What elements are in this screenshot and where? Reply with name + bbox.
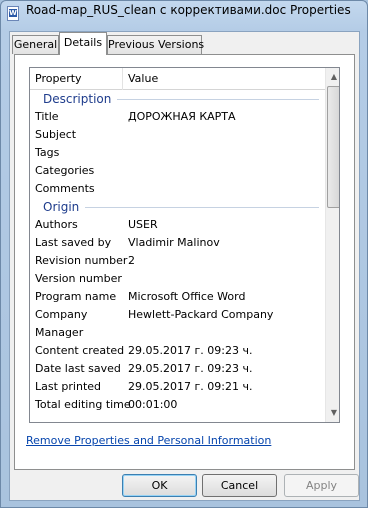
property-name: Program name [35, 290, 117, 303]
apply-button[interactable]: Apply [284, 474, 359, 497]
property-name: Date last saved [35, 362, 121, 375]
list-header: Property Value [30, 68, 325, 90]
group-label: Origin [43, 200, 80, 214]
property-value[interactable]: 00:01:00 [128, 396, 177, 414]
property-row[interactable]: Last saved by Vladimir Malinov [30, 234, 325, 252]
group-header[interactable]: Description [30, 90, 325, 108]
scrollbar-thumb[interactable] [327, 86, 339, 208]
property-row[interactable]: Manager [30, 324, 325, 342]
scroll-up-icon[interactable]: ▲ [327, 69, 339, 85]
property-row[interactable]: Title ДОРОЖНАЯ КАРТА [30, 108, 325, 126]
title-bar[interactable]: W Road-map_RUS_clean с коррективами.doc … [1, 1, 367, 29]
details-tab-page: Property Value Description Title ДОРОЖНАЯ … [14, 54, 355, 470]
dialog-body: General Details Previous Versions Proper… [9, 31, 360, 501]
column-header-property[interactable]: Property [30, 68, 123, 90]
property-name: Title [35, 110, 59, 123]
property-row[interactable]: Total editing time 00:01:00 [30, 396, 325, 414]
property-value[interactable]: Vladimir Malinov [128, 234, 220, 252]
cancel-button[interactable]: Cancel [202, 474, 277, 497]
group-divider [117, 99, 319, 100]
word-doc-icon: W [7, 6, 19, 21]
property-value[interactable]: ДОРОЖНАЯ КАРТА [128, 108, 236, 126]
property-row[interactable]: Company Hewlett-Packard Company [30, 306, 325, 324]
group-label: Description [43, 92, 112, 106]
tab-details[interactable]: Details [59, 32, 107, 55]
property-name: Version number [35, 272, 122, 285]
property-name: Last printed [35, 380, 102, 393]
property-value[interactable]: USER [128, 216, 158, 234]
property-row[interactable]: Date last saved 29.05.2017 г. 09:23 ч. [30, 360, 325, 378]
vertical-scrollbar[interactable]: ▲ ▼ [325, 68, 339, 422]
tab-general[interactable]: General [12, 35, 59, 54]
property-row[interactable]: Authors USER [30, 216, 325, 234]
property-rows: Description Title ДОРОЖНАЯ КАРТА Subject Tag… [30, 90, 325, 414]
property-row[interactable]: Content created 29.05.2017 г. 09:23 ч. [30, 342, 325, 360]
group-header[interactable]: Origin [30, 198, 325, 216]
group-divider [85, 207, 319, 208]
property-name: Company [35, 308, 88, 321]
property-row[interactable]: Categories [30, 162, 325, 180]
property-row[interactable]: Tags [30, 144, 325, 162]
property-value[interactable]: 29.05.2017 г. 09:21 ч. [128, 378, 252, 396]
column-header-value[interactable]: Value [123, 68, 325, 90]
properties-dialog: W Road-map_RUS_clean с коррективами.doc … [0, 0, 368, 508]
property-name: Comments [35, 182, 95, 195]
property-name: Tags [35, 146, 60, 159]
property-name: Manager [35, 326, 84, 339]
ok-button[interactable]: OK [122, 474, 197, 497]
property-value[interactable]: Hewlett-Packard Company [128, 306, 273, 324]
property-value[interactable]: 2 [128, 252, 135, 270]
property-row[interactable]: Last printed 29.05.2017 г. 09:21 ч. [30, 378, 325, 396]
remove-properties-link[interactable]: Remove Properties and Personal Informati… [26, 434, 271, 447]
property-name: Categories [35, 164, 95, 177]
property-row[interactable]: Revision number 2 [30, 252, 325, 270]
property-name: Content created [35, 344, 125, 357]
scroll-down-icon[interactable]: ▼ [327, 405, 339, 421]
property-value[interactable]: Microsoft Office Word [128, 288, 245, 306]
property-name: Subject [35, 128, 77, 141]
property-name: Authors [35, 218, 78, 231]
property-row[interactable]: Program name Microsoft Office Word [30, 288, 325, 306]
property-value[interactable]: 29.05.2017 г. 09:23 ч. [128, 342, 252, 360]
property-row[interactable]: Subject [30, 126, 325, 144]
property-value[interactable]: 29.05.2017 г. 09:23 ч. [128, 360, 252, 378]
property-row[interactable]: Version number [30, 270, 325, 288]
property-name: Total editing time [35, 398, 131, 411]
tab-previous-versions[interactable]: Previous Versions [107, 35, 204, 54]
properties-list[interactable]: Property Value Description Title ДОРОЖНАЯ … [29, 67, 340, 423]
window-title: Road-map_RUS_clean с коррективами.doc Pr… [26, 3, 351, 17]
property-name: Revision number [35, 254, 128, 267]
property-name: Last saved by [35, 236, 112, 249]
property-row[interactable]: Comments [30, 180, 325, 198]
